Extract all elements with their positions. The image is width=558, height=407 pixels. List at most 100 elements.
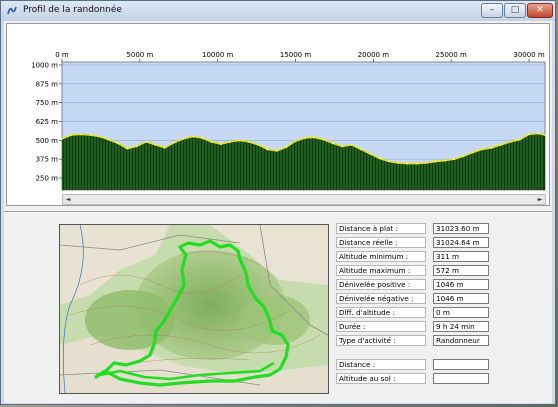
stat-label: Diff. d'altitude : [336,307,426,318]
stat-row: Dénivelée négative : 1046 m [336,293,496,304]
stat-label: Dénivelée négative : [336,293,426,304]
elevation-point [257,143,260,146]
elevation-point [182,137,185,140]
x-tick-label: 25000 m [436,51,467,59]
elevation-chart[interactable]: 1000 m 875 m 750 m 625 m 500 m 375 m 250 m 0 m 5… [7,24,549,194]
y-tick-label: 750 m [36,99,59,107]
elevation-point [126,147,129,150]
elevation-point [434,160,437,163]
maximize-button[interactable]: □ [504,3,526,18]
elevation-point [537,132,540,135]
y-tick-label: 625 m [36,118,59,126]
x-tick-label: 10000 m [202,51,233,59]
profile-window: Profil de la randonnée – □ ✕ 1000 m 875 m… [0,0,556,405]
cursor-altitude-row: Altitude au sol : [336,373,496,384]
route-map[interactable] [59,224,329,394]
stat-row: Diff. d'altitude : 0 m [336,307,496,318]
elevation-point [416,162,418,165]
cursor-distance-value [433,359,489,370]
elevation-point [154,143,157,146]
elevation-point [509,140,512,143]
elevation-point [173,141,175,144]
elevation-point [294,140,297,142]
elevation-point [528,133,530,136]
y-tick-label: 875 m [36,80,59,88]
elevation-point [163,146,166,149]
stat-value: 572 m [433,265,489,276]
stat-label: Distance à plat : [336,223,426,234]
stat-value: 311 m [433,251,489,262]
elevation-point [500,143,502,146]
elevation-point [378,157,381,160]
elevation-point [425,161,428,164]
stat-value: 1046 m [433,293,489,304]
stat-row: Distance à plat : 31023.60 m [336,223,496,234]
y-tick-label: 375 m [36,156,59,164]
y-tick-label: 500 m [36,137,59,145]
stat-value: 9 h 24 min [433,321,489,332]
stat-label: Dénivelée positive : [336,279,426,290]
elevation-point [518,138,521,141]
stat-value: 31023.60 m [433,223,489,234]
scroll-left-button[interactable]: ◄ [63,195,73,204]
elevation-point [117,142,119,145]
y-tick-label: 250 m [36,174,59,182]
stat-label: Type d'activité : [336,335,426,346]
x-tick-label: 5000 m [126,51,153,59]
stat-value: 0 m [433,307,489,318]
elevation-point [79,133,82,136]
stat-value: Randonneur [433,335,489,346]
cursor-distance-row: Distance : [336,359,496,370]
elevation-point [266,148,269,151]
elevation-point [201,137,204,139]
stat-value: 1046 m [433,279,489,290]
elevation-point [322,138,325,141]
elevation-point [481,148,484,151]
client-area: 1000 m 875 m 750 m 625 m 500 m 375 m 250 m 0 m 5… [4,21,552,403]
elevation-point [191,135,194,138]
elevation-point [145,140,147,143]
elevation-point [285,146,288,148]
elevation-point [331,142,334,145]
horizontal-scrollbar[interactable]: ◄ ► [62,194,546,205]
elevation-point [238,139,241,142]
stat-label: Altitude maximum : [336,265,426,276]
x-tick-label: 0 m [55,51,69,59]
elevation-point [89,134,91,136]
window-title: Profil de la randonnée [23,5,122,15]
cursor-distance-label: Distance : [336,359,426,370]
scroll-right-button[interactable]: ► [535,195,545,204]
elevation-point [303,137,306,139]
elevation-point [462,155,465,158]
stat-row: Durée : 9 h 24 min [336,321,496,332]
stat-label: Distance réelle : [336,237,426,248]
close-button[interactable]: ✕ [527,3,553,18]
stat-label: Durée : [336,321,426,332]
stat-row: Altitude minimum : 311 m [336,251,496,262]
minimize-button[interactable]: – [481,3,503,18]
elevation-point [313,136,316,139]
stat-row: Dénivelée positive : 1046 m [336,279,496,290]
stat-label: Altitude minimum : [336,251,426,262]
cursor-altitude-label: Altitude au sol : [336,373,426,384]
elevation-point [210,140,213,143]
splitter-highlight [4,212,552,213]
elevation-point [490,146,493,149]
y-tick-label: 1000 m [31,62,58,70]
elevation-point [229,140,232,143]
elevation-point [61,137,63,140]
elevation-point [247,140,250,143]
elevation-point [444,159,446,162]
elevation-point [369,152,372,155]
elevation-point [544,134,546,136]
elevation-point [397,161,400,164]
elevation-profile-panel: 1000 m 875 m 750 m 625 m 500 m 375 m 250 m 0 m 5… [6,23,550,206]
elevation-point [360,148,362,151]
title-bar[interactable]: Profil de la randonnée – □ ✕ [1,1,555,21]
cursor-altitude-value [433,373,489,384]
app-icon [7,6,17,15]
stat-row: Distance réelle : 31024.64 m [336,237,496,248]
topographic-map [60,225,328,393]
stat-row: Altitude maximum : 572 m [336,265,496,276]
x-tick-label: 20000 m [358,51,389,59]
